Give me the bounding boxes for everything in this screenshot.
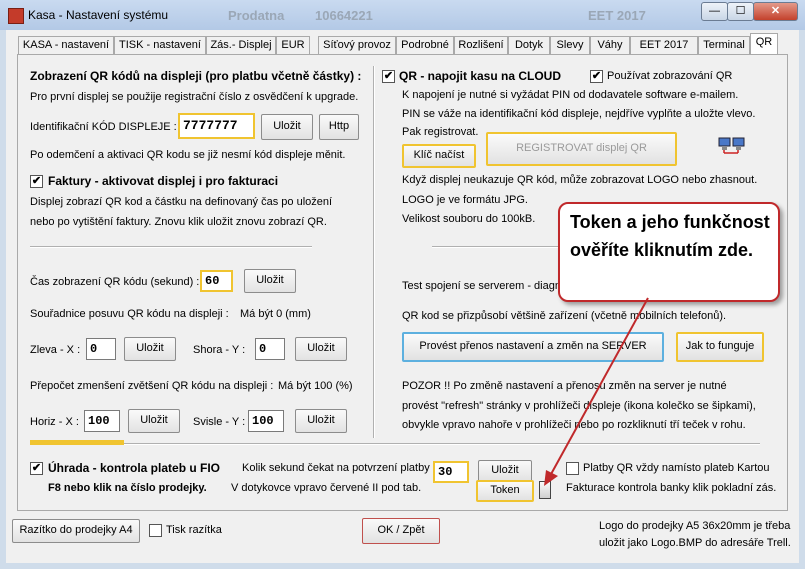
token-callout: Token a jeho funkčnost ověříte kliknutím… bbox=[558, 202, 780, 302]
tab-dotyk[interactable]: Dotyk bbox=[508, 36, 550, 55]
logo-note-1: Logo do prodejky A5 36x20mm je třeba bbox=[599, 520, 791, 532]
register-display-button[interactable]: REGISTROVAT displej QR bbox=[486, 132, 677, 166]
ghost-number: 10664221 bbox=[315, 8, 373, 23]
tab-qr[interactable]: QR bbox=[750, 33, 778, 55]
scale-label: Přepočet zmenšení zvětšení QR kódu na di… bbox=[30, 380, 274, 392]
display-time-label: Čas zobrazení QR kódu (sekund) : bbox=[30, 276, 200, 288]
tab-zas-displej[interactable]: Zás.- Displej bbox=[206, 36, 276, 55]
top-y-label: Shora - Y : bbox=[193, 344, 246, 356]
ok-back-button[interactable]: OK / Zpět bbox=[362, 518, 440, 544]
save-time-button[interactable]: Uložit bbox=[244, 269, 296, 293]
top-y-input[interactable]: 0 bbox=[255, 338, 285, 360]
tab-sitovy-provoz[interactable]: Síťový provoz bbox=[318, 36, 396, 55]
print-stamp-checkbox[interactable] bbox=[149, 524, 162, 537]
use-display-label: Používat zobrazování QR bbox=[607, 70, 733, 82]
logo-info-1: Když displej neukazuje QR kód, může zobr… bbox=[402, 174, 758, 186]
network-computers-icon bbox=[718, 137, 746, 155]
tab-slevy[interactable]: Slevy bbox=[550, 36, 590, 55]
shift-note: Má být 0 (mm) bbox=[240, 308, 311, 320]
divider-right bbox=[432, 246, 562, 248]
tab-eur[interactable]: EUR bbox=[276, 36, 310, 55]
save-top-y-button[interactable]: Uložit bbox=[295, 337, 347, 361]
close-button[interactable]: ✕ bbox=[753, 2, 798, 21]
payment-control-checkbox[interactable]: ✔ bbox=[30, 462, 43, 475]
logo-info-3: Velikost souboru do 100kB. bbox=[402, 213, 536, 225]
save-horiz-x-button[interactable]: Uložit bbox=[128, 409, 180, 433]
save-wait-button[interactable]: Uložit bbox=[478, 460, 532, 482]
unlock-info: Po odemčení a aktivaci QR kodu se již ne… bbox=[30, 149, 346, 161]
divider-left bbox=[30, 246, 312, 248]
tab-eet-2017[interactable]: EET 2017 bbox=[630, 36, 698, 55]
tab-podrobne[interactable]: Podrobné bbox=[396, 36, 454, 55]
tab-terminal[interactable]: Terminal bbox=[698, 36, 750, 55]
touch-info: V dotykovce vpravo červené II pod tab. bbox=[231, 482, 422, 494]
display-id-label: Identifikační KÓD DISPLEJE : bbox=[30, 121, 177, 133]
tab-vahy[interactable]: Váhy bbox=[590, 36, 630, 55]
use-display-checkbox[interactable]: ✔ bbox=[590, 70, 603, 83]
wait-seconds-label: Kolik sekund čekat na potvrzení platby bbox=[242, 462, 430, 474]
display-id-input[interactable]: 7777777 bbox=[178, 113, 255, 139]
ghost-eet: EET 2017 bbox=[588, 8, 646, 23]
pin-info-3: Pak registrovat. bbox=[402, 126, 479, 138]
section-highlight-bar bbox=[30, 440, 124, 445]
horiz-x-label: Horiz - X : bbox=[30, 416, 79, 428]
app-icon bbox=[8, 8, 24, 24]
http-button[interactable]: Http bbox=[319, 114, 359, 140]
display-time-input[interactable]: 60 bbox=[200, 270, 233, 292]
cloud-checkbox[interactable]: ✔ bbox=[382, 70, 395, 83]
left-x-label: Zleva - X : bbox=[30, 344, 81, 356]
logo-info-2: LOGO je ve formátu JPG. bbox=[402, 194, 528, 206]
f8-label: F8 nebo klik na číslo prodejky. bbox=[48, 482, 207, 494]
shift-label: Souřadnice posuvu QR kódu na displeji : bbox=[30, 308, 229, 320]
save-left-x-button[interactable]: Uložit bbox=[124, 337, 176, 361]
load-key-button[interactable]: Klíč načíst bbox=[402, 144, 476, 168]
payment-control-label: Úhrada - kontrola plateb u FIO bbox=[48, 461, 221, 475]
cloud-label: QR - napojit kasu na CLOUD bbox=[399, 69, 562, 83]
invoice-info-2: nebo po vytištění faktury. Znovu klik ul… bbox=[30, 216, 327, 228]
tab-tisk-nastaveni[interactable]: TISK - nastavení bbox=[114, 36, 206, 55]
token-button[interactable]: Token bbox=[476, 480, 534, 502]
vertical-divider bbox=[373, 66, 375, 438]
window-title: Kasa - Nastavení systému bbox=[28, 8, 169, 22]
tab-rozliseni[interactable]: Rozlišení bbox=[454, 36, 508, 55]
ghost-text: Prodatna bbox=[228, 8, 285, 23]
print-stamp-label: Tisk razítka bbox=[166, 524, 222, 536]
scale-note: Má být 100 (%) bbox=[278, 380, 353, 392]
invoice-info-1: Displej zobrazí QR kod a částku na defin… bbox=[30, 196, 333, 208]
left-x-input[interactable]: 0 bbox=[86, 338, 116, 360]
minimize-button[interactable]: — bbox=[701, 2, 728, 21]
stamp-button[interactable]: Razítko do prodejky A4 bbox=[12, 519, 140, 543]
save-id-button[interactable]: Uložit bbox=[261, 114, 313, 140]
vert-y-label: Svisle - Y : bbox=[193, 416, 246, 428]
pin-info-2: PIN se váže na identifikační kód displej… bbox=[402, 108, 756, 120]
qr-display-heading: Zobrazení QR kódů na displeji (pro platb… bbox=[30, 69, 362, 83]
invoice-label: Faktury - aktivovat displej i pro faktur… bbox=[48, 174, 279, 188]
save-vert-y-button[interactable]: Uložit bbox=[295, 409, 347, 433]
first-display-info: Pro první displej se použije registrační… bbox=[30, 91, 359, 103]
logo-note-2: uložit jako Logo.BMP do adresáře Trell. bbox=[599, 537, 791, 549]
invoice-checkbox[interactable]: ✔ bbox=[30, 175, 43, 188]
title-bar: Kasa - Nastavení systému Prodatna 106642… bbox=[0, 0, 805, 30]
pin-info-1: K napojení je nutné si vyžádat PIN od do… bbox=[402, 89, 739, 101]
wait-seconds-input[interactable]: 30 bbox=[433, 461, 469, 483]
maximize-button[interactable]: ☐ bbox=[727, 2, 754, 21]
callout-text: Token a jeho funkčnost ověříte kliknutím… bbox=[570, 212, 770, 260]
callout-arrow bbox=[544, 297, 649, 486]
horiz-x-input[interactable]: 100 bbox=[84, 410, 120, 432]
vert-y-input[interactable]: 100 bbox=[248, 410, 284, 432]
tab-kasa-nastaveni[interactable]: KASA - nastavení bbox=[18, 36, 114, 55]
